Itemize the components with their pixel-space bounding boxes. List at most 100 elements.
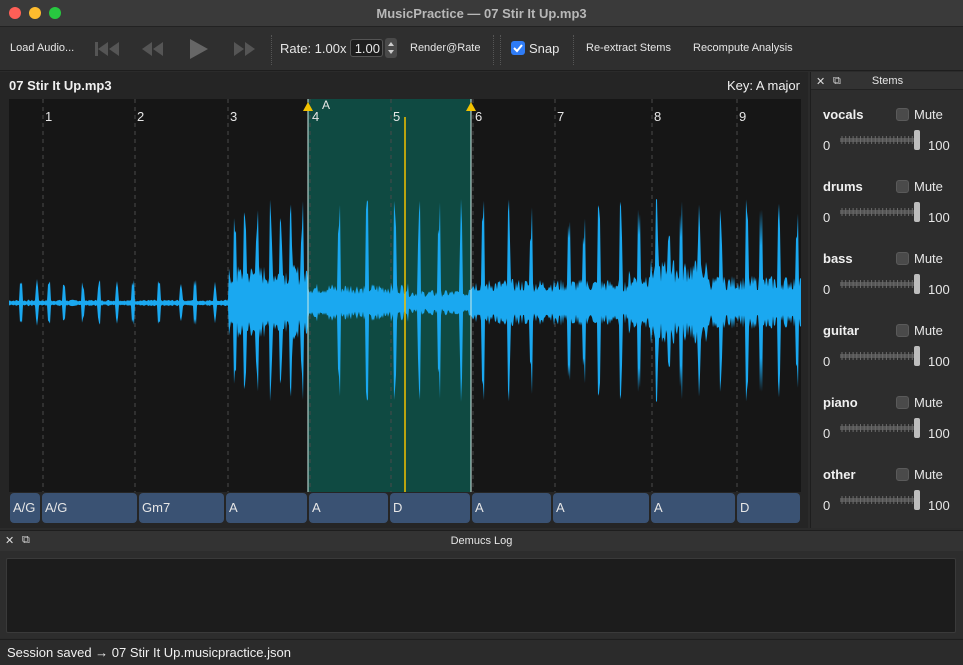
mute-label: Mute — [914, 107, 943, 122]
bar-number: 7 — [557, 109, 564, 124]
window-title: MusicPractice — 07 Stir It Up.mp3 — [376, 6, 587, 21]
stem-other: other Mute 0 100 — [811, 467, 963, 539]
chord-label: A — [475, 500, 484, 515]
chord-block[interactable] — [309, 493, 388, 523]
rate-label: Rate: 1.00x — [280, 41, 347, 56]
rate-stepper[interactable] — [385, 38, 397, 58]
stem-drums: drums Mute 0 100 — [811, 179, 963, 251]
rate-input[interactable] — [350, 39, 383, 57]
mute-checkbox[interactable] — [896, 396, 909, 409]
chord-block[interactable] — [651, 493, 735, 523]
volume-min-label: 0 — [823, 138, 831, 153]
chord-label: Gm7 — [142, 500, 170, 515]
render-at-rate-button[interactable]: Render@Rate — [410, 42, 480, 54]
play-icon[interactable] — [184, 36, 214, 62]
log-title: Demucs Log — [450, 535, 513, 547]
toolbar: Load Audio... Rate: 1.00x Render@Rate Sn… — [0, 27, 963, 71]
chord-block[interactable] — [553, 493, 649, 523]
mute-label: Mute — [914, 467, 943, 482]
chord-block[interactable] — [226, 493, 307, 523]
volume-slider-handle[interactable] — [914, 346, 920, 366]
mute-label: Mute — [914, 179, 943, 194]
demucs-log-panel: ✕ ⧉ Demucs Log — [0, 530, 963, 638]
volume-slider[interactable] — [840, 345, 920, 367]
chord-label: A — [556, 500, 565, 515]
volume-slider-handle[interactable] — [914, 274, 920, 294]
volume-max-label: 100 — [928, 282, 950, 297]
waveform-panel: 07 Stir It Up.mp3 Key: A major A 1 2 3 4 5 6 7… — [0, 72, 808, 528]
skip-to-start-icon[interactable] — [92, 36, 122, 62]
stem-piano: piano Mute 0 100 — [811, 395, 963, 467]
volume-slider[interactable] — [840, 417, 920, 439]
bar-number: 9 — [739, 109, 746, 124]
bar-number: 3 — [230, 109, 237, 124]
log-output[interactable] — [6, 558, 956, 633]
re-extract-stems-button[interactable]: Re-extract Stems — [586, 42, 671, 54]
volume-max-label: 100 — [928, 354, 950, 369]
stem-name: other — [823, 467, 856, 482]
mute-label: Mute — [914, 251, 943, 266]
stems-title: Stems — [871, 75, 904, 87]
volume-slider[interactable] — [840, 273, 920, 295]
load-audio-button[interactable]: Load Audio... — [10, 42, 74, 54]
key-label: Key: A major — [727, 78, 800, 93]
bar-numbers: 1 2 3 4 5 6 7 8 9 — [45, 109, 746, 124]
bar-number: 2 — [137, 109, 144, 124]
mute-label: Mute — [914, 323, 943, 338]
loop-marker-label: A — [322, 99, 330, 112]
stems-header: ✕ ⧉ Stems — [811, 72, 963, 90]
chord-label: A — [312, 500, 321, 515]
waveform-svg[interactable]: A 1 2 3 4 5 6 7 8 9 — [9, 99, 801, 492]
chord-track: A/G A/G Gm7 A A D A A A D — [9, 492, 801, 524]
volume-slider-handle[interactable] — [914, 418, 920, 438]
chord-label: A — [654, 500, 663, 515]
stem-name: piano — [823, 395, 858, 410]
snap-checkbox[interactable] — [511, 41, 525, 55]
toolbar-separator — [500, 35, 501, 65]
mute-checkbox[interactable] — [896, 108, 909, 121]
bar-number: 5 — [393, 109, 400, 124]
chord-block[interactable] — [472, 493, 551, 523]
volume-slider[interactable] — [840, 129, 920, 151]
volume-slider-handle[interactable] — [914, 490, 920, 510]
volume-min-label: 0 — [823, 426, 831, 441]
chord-track-svg: A/G A/G Gm7 A A D A A A D — [10, 493, 800, 523]
stem-name: bass — [823, 251, 853, 266]
mute-checkbox[interactable] — [896, 252, 909, 265]
volume-min-label: 0 — [823, 498, 831, 513]
toolbar-separator — [271, 35, 272, 65]
toolbar-separator — [573, 35, 574, 65]
stem-guitar: guitar Mute 0 100 — [811, 323, 963, 395]
volume-min-label: 0 — [823, 354, 831, 369]
title-bar: MusicPractice — 07 Stir It Up.mp3 — [0, 0, 963, 27]
mute-checkbox[interactable] — [896, 324, 909, 337]
rewind-icon[interactable] — [138, 36, 168, 62]
recompute-analysis-button[interactable]: Recompute Analysis — [693, 42, 793, 54]
status-bar: Session saved → 07 Stir It Up.musicpract… — [0, 639, 963, 665]
stem-name: guitar — [823, 323, 860, 338]
fast-forward-icon[interactable] — [230, 36, 260, 62]
toolbar-separator — [493, 35, 494, 65]
volume-max-label: 100 — [928, 210, 950, 225]
bar-number: 4 — [312, 109, 319, 124]
mute-label: Mute — [914, 395, 943, 410]
waveform-view[interactable]: A 1 2 3 4 5 6 7 8 9 — [9, 99, 801, 492]
bar-number: 8 — [654, 109, 661, 124]
stem-name: vocals — [823, 107, 864, 122]
volume-max-label: 100 — [928, 138, 950, 153]
chord-label: D — [393, 500, 402, 515]
volume-slider[interactable] — [840, 201, 920, 223]
bar-number: 1 — [45, 109, 52, 124]
volume-max-label: 100 — [928, 498, 950, 513]
chord-label: D — [740, 500, 749, 515]
volume-slider[interactable] — [840, 489, 920, 511]
volume-min-label: 0 — [823, 282, 831, 297]
log-header: ✕ ⧉ Demucs Log — [0, 531, 963, 551]
volume-max-label: 100 — [928, 426, 950, 441]
volume-slider-handle[interactable] — [914, 202, 920, 222]
mute-checkbox[interactable] — [896, 180, 909, 193]
chord-label: A/G — [13, 500, 35, 515]
volume-slider-handle[interactable] — [914, 130, 920, 150]
mute-checkbox[interactable] — [896, 468, 909, 481]
snap-label: Snap — [529, 41, 560, 56]
